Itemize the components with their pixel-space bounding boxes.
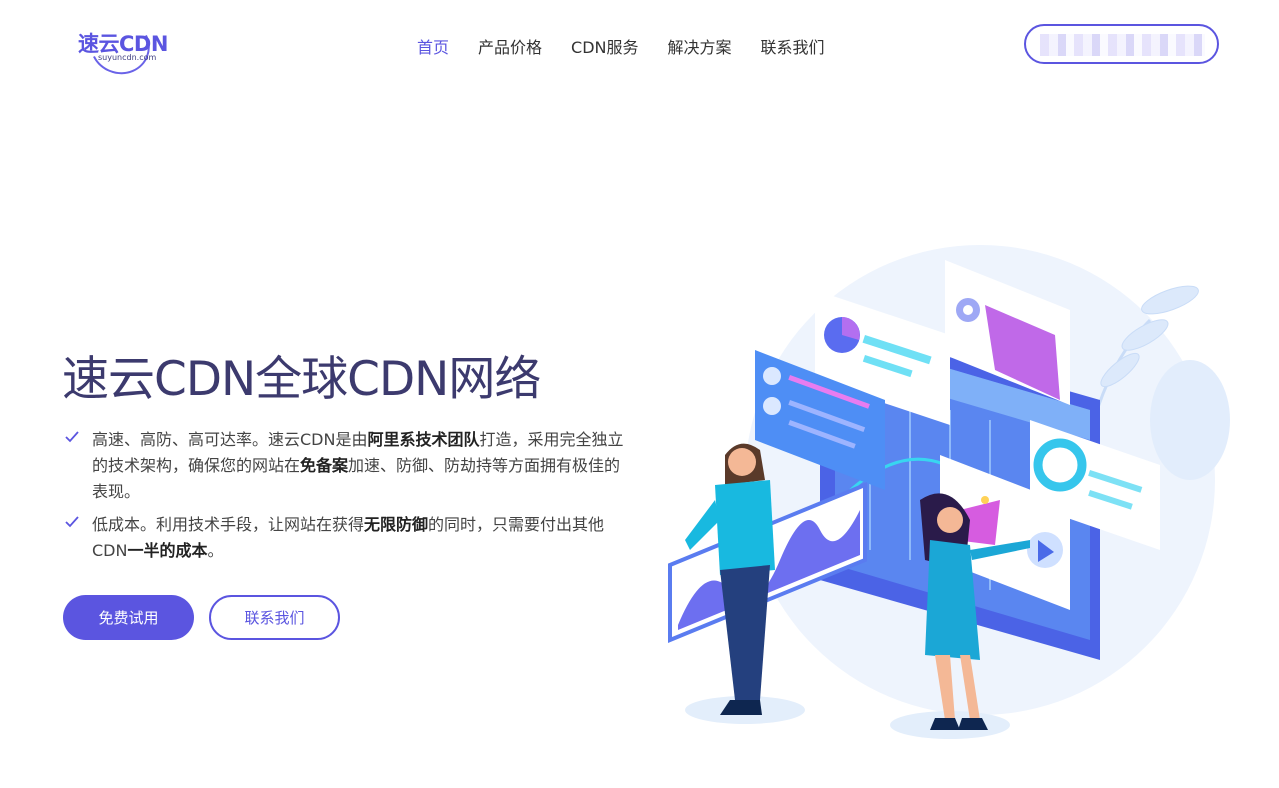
hero-title: 速云CDN全球CDN网络 — [62, 352, 541, 407]
nav-item-pricing[interactable]: 产品价格 — [478, 34, 542, 58]
feature-text: 高速、高防、高可达率。速云CDN是由阿里系技术团队打造，采用完全独立的技术架构，… — [92, 427, 632, 505]
check-icon — [64, 512, 82, 530]
free-trial-button[interactable]: 免费试用 — [63, 595, 194, 640]
feature-item: 高速、高防、高可达率。速云CDN是由阿里系技术团队打造，采用完全独立的技术架构，… — [64, 427, 644, 505]
pixelated-content — [1040, 34, 1205, 56]
logo-subtext: suyuncdn.com — [98, 53, 157, 62]
feature-highlight: 无限防御 — [364, 515, 429, 534]
hero-illustration — [668, 245, 1230, 739]
main-nav: 首页 产品价格 CDN服务 解决方案 联系我们 — [417, 34, 854, 58]
feature-text-part: 高速、高防、高可达率。速云CDN是由 — [92, 430, 368, 449]
site-header: 速云CDN suyuncdn.com 首页 产品价格 CDN服务 解决方案 联系… — [0, 0, 1279, 90]
feature-text-part: 低成本。利用技术手段，让网站在获得 — [92, 515, 365, 534]
nav-item-solutions[interactable]: 解决方案 — [668, 34, 732, 58]
check-icon — [64, 427, 82, 445]
nav-item-cdn-service[interactable]: CDN服务 — [571, 34, 638, 58]
feature-text: 低成本。利用技术手段，让网站在获得无限防御的同时，只需要付出其他CDN一半的成本… — [92, 512, 632, 564]
nav-item-contact[interactable]: 联系我们 — [761, 34, 825, 58]
contact-us-button[interactable]: 联系我们 — [209, 595, 340, 640]
header-action-button[interactable] — [1024, 24, 1219, 64]
feature-highlight: 免备案 — [300, 456, 349, 475]
logo[interactable]: 速云CDN suyuncdn.com — [76, 9, 176, 83]
feature-highlight: 阿里系技术团队 — [367, 430, 480, 449]
feature-text-part: 。 — [207, 541, 224, 560]
nav-item-home[interactable]: 首页 — [417, 34, 449, 58]
feature-highlight: 一半的成本 — [127, 541, 208, 560]
feature-item: 低成本。利用技术手段，让网站在获得无限防御的同时，只需要付出其他CDN一半的成本… — [64, 512, 644, 564]
